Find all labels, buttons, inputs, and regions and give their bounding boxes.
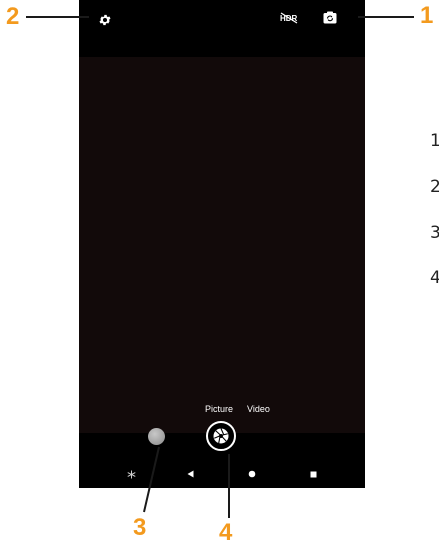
callout-4-number: 4 <box>219 519 233 544</box>
settings-button[interactable] <box>96 11 114 29</box>
page: HDR Picture Video <box>0 0 439 544</box>
hdr-off-icon: HDR <box>280 12 298 24</box>
callout-2-leader <box>26 16 89 18</box>
nav-recents-button[interactable] <box>306 467 320 481</box>
legend-item-2: 2 <box>430 177 439 197</box>
legend-item-1: 1 <box>430 131 439 151</box>
gear-icon <box>99 14 111 26</box>
asterisk-icon <box>126 469 136 479</box>
callout-2-number: 2 <box>6 3 20 30</box>
top-bar: HDR <box>79 0 365 57</box>
switch-camera-icon <box>323 11 337 23</box>
mode-picture[interactable]: Picture <box>205 404 233 414</box>
aperture-icon <box>213 428 229 444</box>
back-triangle-icon <box>187 470 193 478</box>
recents-square-icon <box>310 471 316 477</box>
legend-item-4: 4 <box>430 268 439 288</box>
callout-1-leader <box>358 16 414 18</box>
nav-extra-button[interactable] <box>124 467 138 481</box>
switch-camera-button[interactable] <box>321 9 339 25</box>
home-circle-icon <box>248 470 256 478</box>
navigation-bar <box>79 461 365 488</box>
phone-screen: HDR Picture Video <box>79 0 365 488</box>
legend-item-3: 3 <box>430 223 439 243</box>
camera-viewfinder[interactable] <box>79 57 365 433</box>
nav-home-button[interactable] <box>245 467 259 481</box>
nav-back-button[interactable] <box>183 467 197 481</box>
callout-3-number: 3 <box>133 514 147 541</box>
callout-1-number: 1 <box>420 2 434 29</box>
mode-video[interactable]: Video <box>247 404 270 414</box>
shutter-button[interactable] <box>206 421 236 451</box>
hdr-toggle-button[interactable]: HDR <box>278 10 300 26</box>
gallery-thumbnail-button[interactable] <box>148 428 165 445</box>
